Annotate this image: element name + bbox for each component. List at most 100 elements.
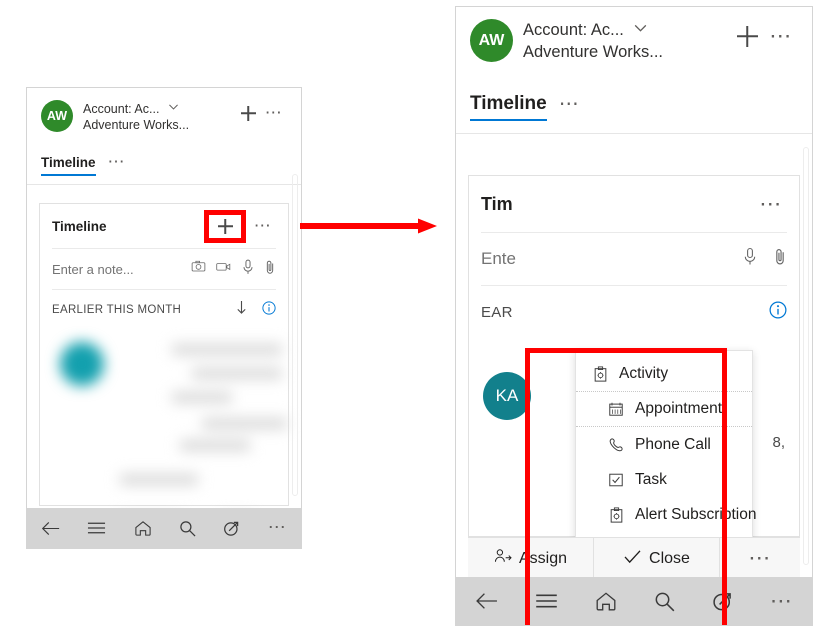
- timeline-card-header: Tim ⋯: [469, 176, 799, 232]
- record-title: Account: Ac... Adventure Works...: [523, 19, 730, 63]
- search-icon[interactable]: [654, 591, 675, 612]
- right-arrow-annotation: [300, 218, 437, 234]
- note-input-row[interactable]: Enter a note...: [40, 249, 288, 289]
- close-label: Close: [649, 549, 690, 567]
- ellipsis-icon[interactable]: ⋯: [261, 100, 287, 126]
- menu-item-label: Phone Call: [635, 435, 711, 453]
- post-avatar-blurred: [60, 342, 104, 386]
- timeline-card-header: Timeline ⋯: [40, 204, 288, 248]
- scrollbar[interactable]: [803, 147, 809, 565]
- timeline-card-overflow-icon[interactable]: ⋯: [755, 188, 787, 220]
- menu-icon[interactable]: [87, 521, 106, 535]
- calendar-icon: [606, 401, 626, 417]
- activity-icon: [606, 506, 626, 523]
- section-action-icons: [235, 300, 276, 320]
- ellipsis-icon[interactable]: ⋯: [770, 589, 794, 611]
- record-name-label: Adventure Works...: [523, 43, 664, 62]
- attach-icon[interactable]: [264, 259, 276, 280]
- section-label: EARLIER THIS MONTH: [52, 304, 182, 316]
- record-type-label: Account: Ac...: [83, 101, 160, 116]
- phone-mockup-before: AW Account: Ac... Adventure Works... ⋯ T…: [26, 87, 302, 549]
- microphone-icon[interactable]: [242, 259, 254, 280]
- ellipsis-icon[interactable]: ⋯: [268, 518, 288, 536]
- timeline-card: Tim ⋯ Ente EAR KA 8, Activity Appointmen…: [468, 175, 800, 625]
- tabstrip: Timeline ⋯: [27, 153, 301, 176]
- header-divider: [27, 184, 301, 185]
- menu-item-appointment[interactable]: Appointment: [576, 392, 752, 427]
- chevron-down-icon[interactable]: [632, 19, 649, 42]
- note-action-icons: [743, 247, 787, 271]
- device-navigation-bar: ⋯: [27, 508, 301, 548]
- video-icon[interactable]: [216, 260, 232, 278]
- assign-button[interactable]: Assign: [468, 538, 594, 579]
- section-action-icons: [769, 301, 787, 324]
- note-input-row[interactable]: Ente: [469, 233, 799, 285]
- timeline-card-title: Tim: [481, 193, 513, 214]
- plus-icon[interactable]: [235, 100, 261, 126]
- note-action-icons: [191, 259, 276, 280]
- record-name-label: Adventure Works...: [83, 118, 190, 132]
- tabstrip: Timeline ⋯: [456, 93, 812, 122]
- menu-item-task[interactable]: Task: [576, 462, 752, 497]
- home-icon[interactable]: [134, 520, 152, 536]
- timeline-card-overflow-icon[interactable]: ⋯: [250, 213, 276, 239]
- plus-icon: [218, 219, 233, 234]
- back-icon[interactable]: [41, 521, 60, 536]
- phone-mockup-after: AW Account: Ac... Adventure Works... ⋯ T…: [455, 6, 813, 626]
- camera-icon[interactable]: [191, 259, 206, 279]
- record-title: Account: Ac... Adventure Works...: [83, 100, 235, 133]
- close-button[interactable]: Close: [594, 538, 720, 579]
- ellipsis-icon[interactable]: ⋯: [764, 19, 798, 53]
- command-bar: Assign Close ⋯: [468, 537, 800, 579]
- device-navigation-bar: ⋯: [456, 577, 812, 625]
- note-input-placeholder[interactable]: Ente: [481, 249, 743, 269]
- attach-icon[interactable]: [773, 247, 787, 271]
- assign-label: Assign: [518, 549, 568, 567]
- menu-item-alert-subscription[interactable]: Alert Subscription: [576, 497, 756, 532]
- info-icon[interactable]: [262, 300, 276, 320]
- tab-timeline[interactable]: Timeline: [41, 155, 96, 176]
- avatar: AW: [470, 19, 513, 62]
- compass-icon[interactable]: [712, 591, 733, 612]
- menu-item-label: Task: [635, 470, 667, 488]
- record-type-label: Account: Ac...: [523, 21, 624, 39]
- menu-icon[interactable]: [535, 593, 558, 609]
- app-header: AW Account: Ac... Adventure Works... ⋯: [27, 88, 301, 133]
- activity-icon: [590, 366, 610, 382]
- tab-overflow-icon[interactable]: ⋯: [559, 94, 581, 114]
- command-bar-overflow-button[interactable]: ⋯: [720, 538, 800, 579]
- note-input-placeholder[interactable]: Enter a note...: [52, 262, 191, 277]
- back-icon[interactable]: [475, 592, 498, 610]
- post-avatar: KA: [483, 372, 531, 420]
- scrollbar[interactable]: [292, 174, 298, 496]
- sort-down-icon[interactable]: [235, 300, 248, 320]
- info-icon[interactable]: [769, 301, 787, 324]
- menu-item-activity[interactable]: Activity: [576, 357, 752, 392]
- section-label: EAR: [481, 303, 513, 321]
- search-icon[interactable]: [179, 520, 196, 537]
- ellipsis-icon: ⋯: [748, 545, 772, 571]
- menu-item-phone-call[interactable]: Phone Call: [576, 427, 752, 462]
- check-icon: [623, 549, 642, 569]
- timeline-section-header: EAR: [469, 286, 799, 338]
- checkbox-icon: [606, 472, 626, 488]
- app-header: AW Account: Ac... Adventure Works... ⋯: [456, 7, 812, 63]
- menu-item-label: Alert Subscription: [635, 505, 757, 523]
- add-timeline-record-button-highlighted[interactable]: [204, 209, 246, 243]
- timeline-card-title: Timeline: [52, 218, 107, 234]
- compass-icon[interactable]: [223, 520, 240, 537]
- menu-item-label: Appointment: [635, 400, 723, 417]
- app-screen-left: AW Account: Ac... Adventure Works... ⋯ T…: [27, 88, 301, 548]
- header-actions: ⋯: [235, 100, 287, 126]
- phone-icon: [606, 437, 626, 453]
- header-divider: [456, 133, 812, 135]
- timeline-card: Timeline ⋯ Enter a note... EARLIER THIS …: [39, 203, 289, 527]
- tab-timeline[interactable]: Timeline: [470, 93, 547, 122]
- tab-overflow-icon[interactable]: ⋯: [108, 153, 127, 172]
- microphone-icon[interactable]: [743, 247, 757, 271]
- chevron-down-icon[interactable]: [167, 100, 180, 117]
- assign-user-icon: [494, 548, 512, 569]
- avatar: AW: [41, 100, 73, 132]
- home-icon[interactable]: [595, 591, 617, 611]
- plus-icon[interactable]: [730, 19, 764, 53]
